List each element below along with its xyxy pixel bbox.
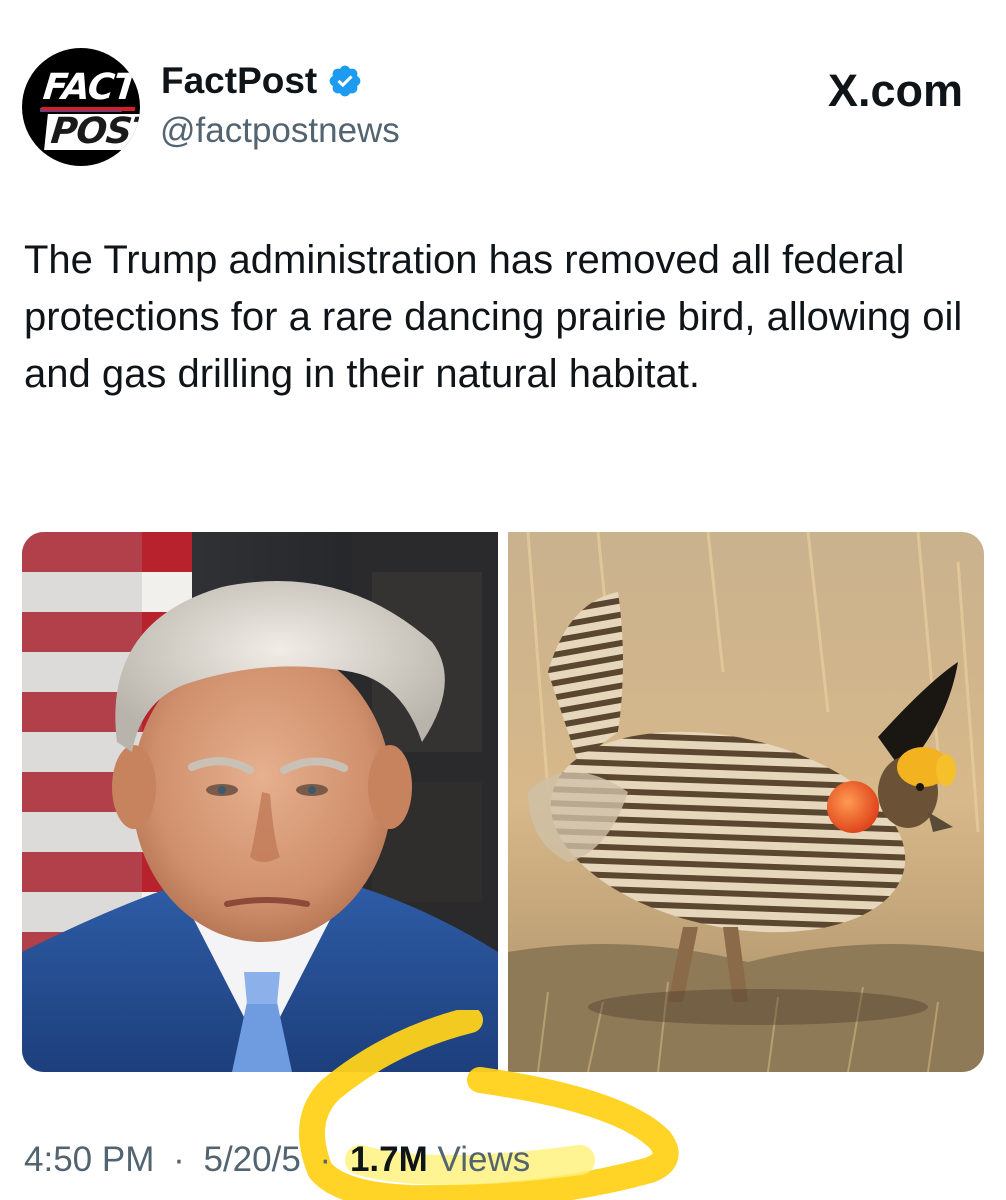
author-name-row: FactPost <box>161 62 363 99</box>
views-label: Views <box>437 1140 531 1179</box>
tweet-text: The Trump administration has removed all… <box>24 238 963 396</box>
tweet-date[interactable]: 5/20 <box>203 1140 271 1179</box>
tweet-meta: 4:50 PM · 5/20/5 · 1.7M Views <box>24 1140 530 1180</box>
tweet-date-obscured: / <box>271 1140 282 1179</box>
views-count[interactable]: 1.7M <box>350 1140 428 1179</box>
meta-separator-2: · <box>319 1140 332 1179</box>
avatar-logo-fact: FACT <box>40 67 139 111</box>
prairie-chicken-image <box>508 532 984 1072</box>
author-handle[interactable]: @factpostnews <box>160 113 400 148</box>
portrait-image <box>22 532 498 1072</box>
tweet-header: FACT POST FactPost @factpostnews X.com <box>0 0 1006 200</box>
meta-separator: · <box>173 1140 185 1179</box>
avatar[interactable]: FACT POST <box>22 48 140 166</box>
avatar-logo-post: POST <box>44 111 140 152</box>
tweet-date-tail: 5 <box>281 1140 301 1179</box>
verified-badge-icon <box>329 65 361 96</box>
prairie-chicken-photo[interactable] <box>508 532 984 1072</box>
site-label: X.com <box>827 65 963 116</box>
tweet-time[interactable]: 4:50 PM <box>24 1140 154 1179</box>
portrait-photo[interactable] <box>22 532 498 1072</box>
author-display-name[interactable]: FactPost <box>161 62 317 99</box>
